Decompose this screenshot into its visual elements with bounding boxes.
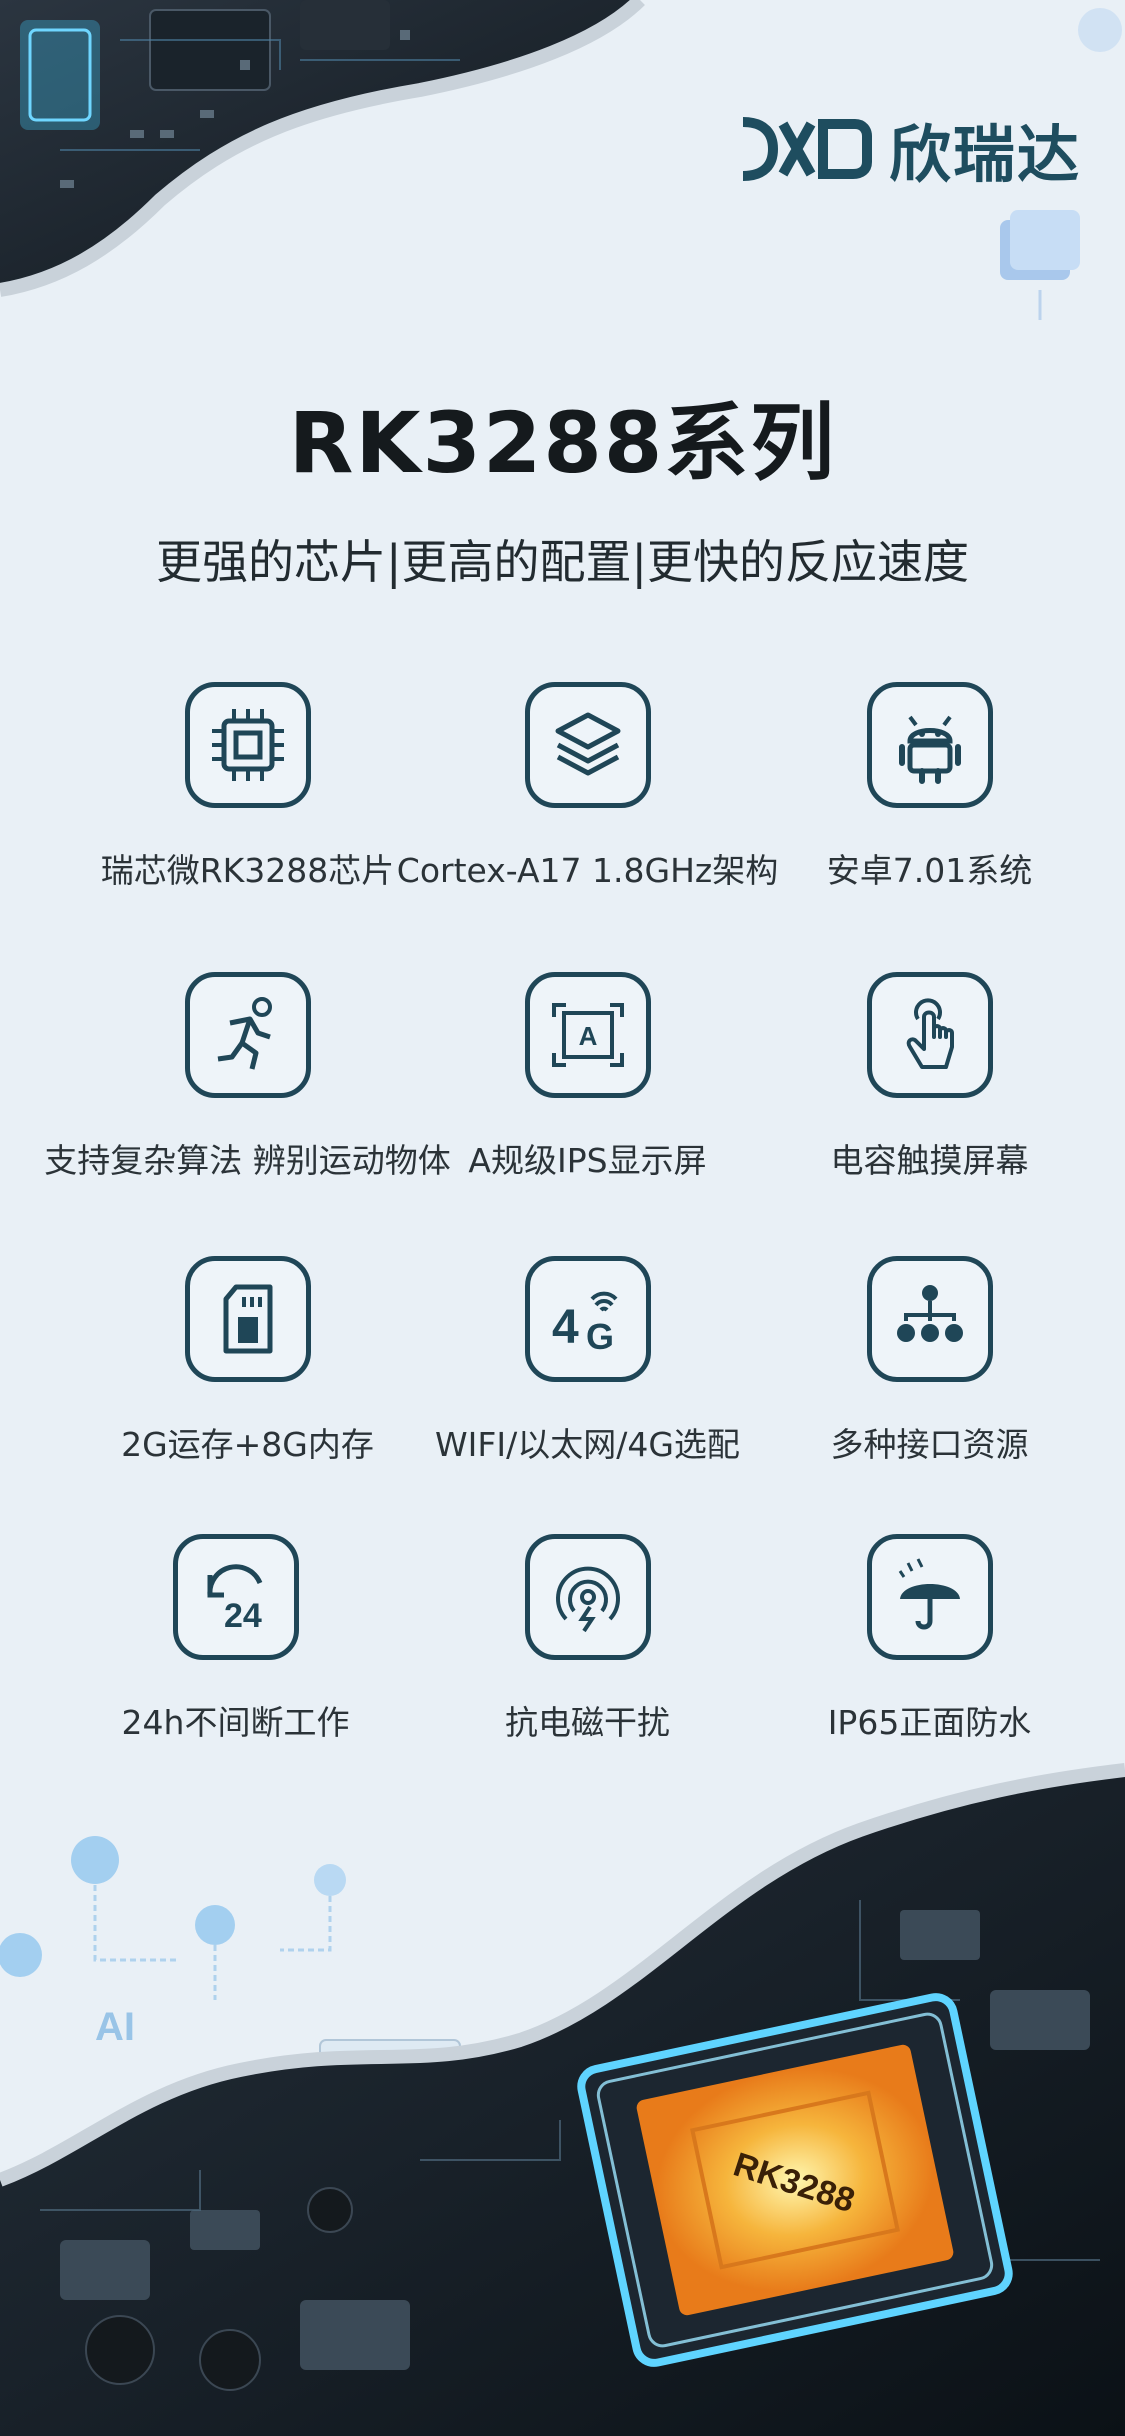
- brand-logo: 欣瑞达: [735, 104, 1081, 194]
- feature-item: 电容触摸屏幕: [742, 972, 1117, 1212]
- brand-name: 欣瑞达: [888, 118, 1081, 191]
- feature-item: 安卓7.01系统: [742, 682, 1117, 922]
- touch-finger-icon: [906, 998, 954, 1069]
- anti-interference-icon: [555, 1566, 620, 1633]
- layers-icon: [555, 712, 620, 776]
- feature-label: 2G运存+8G内存: [121, 1425, 374, 1464]
- feature-item: A A规级IPS显示屏: [400, 972, 775, 1212]
- feature-item: 支持复杂算法 辨别运动物体: [44, 972, 451, 1212]
- feature-item: Cortex-A17 1.8GHz架构: [396, 682, 779, 922]
- a-grade-screen-icon: A: [551, 1003, 624, 1067]
- feature-item: 多种接口资源: [742, 1256, 1117, 1496]
- 24h-cycle-icon: 24: [206, 1564, 262, 1635]
- bottom-hero-chip-image: AI RK3288: [0, 1763, 1125, 2436]
- feature-label: 安卓7.01系统: [826, 851, 1033, 890]
- xrd-logo-mark-icon: [742, 117, 872, 181]
- feature-label: A规级IPS显示屏: [468, 1141, 707, 1180]
- 4g-signal-icon: 4 G: [552, 1291, 617, 1357]
- feature-label: 电容触摸屏幕: [830, 1141, 1029, 1180]
- feature-item: 4 G WIFI/以太网/4G选配: [400, 1256, 775, 1496]
- page-title: RK3288系列: [288, 394, 837, 492]
- svg-text:A: A: [578, 1021, 597, 1051]
- umbrella-rain-icon: [898, 1558, 960, 1630]
- feature-label: IP65正面防水: [827, 1703, 1032, 1742]
- svg-text:4: 4: [552, 1301, 579, 1354]
- ai-badge: AI: [95, 2005, 135, 2049]
- page-subtitle: 更强的芯片|更高的配置|更快的反应速度: [156, 535, 969, 589]
- sd-card-icon: [223, 1284, 272, 1354]
- feature-item: 瑞芯微RK3288芯片: [60, 682, 435, 922]
- feature-label: 抗电磁干扰: [505, 1703, 670, 1742]
- feature-item: 24 24h不间断工作: [48, 1534, 423, 1774]
- feature-label: 多种接口资源: [830, 1425, 1029, 1464]
- running-person-icon: [217, 997, 272, 1070]
- feature-label: WIFI/以太网/4G选配: [435, 1425, 740, 1464]
- feature-item: IP65正面防水: [742, 1534, 1117, 1774]
- feature-label: 瑞芯微RK3288芯片: [100, 851, 395, 890]
- network-hierarchy-icon: [896, 1285, 963, 1342]
- feature-item: 抗电磁干扰: [400, 1534, 775, 1774]
- feature-item: 2G运存+8G内存: [60, 1256, 435, 1496]
- cpu-chip-icon: [211, 709, 284, 781]
- feature-label: 支持复杂算法 辨别运动物体: [44, 1141, 451, 1180]
- feature-label: 24h不间断工作: [121, 1703, 350, 1742]
- android-icon: [898, 715, 961, 784]
- svg-text:24: 24: [224, 1597, 262, 1635]
- svg-text:G: G: [586, 1316, 614, 1357]
- feature-label: Cortex-A17 1.8GHz架构: [396, 851, 779, 890]
